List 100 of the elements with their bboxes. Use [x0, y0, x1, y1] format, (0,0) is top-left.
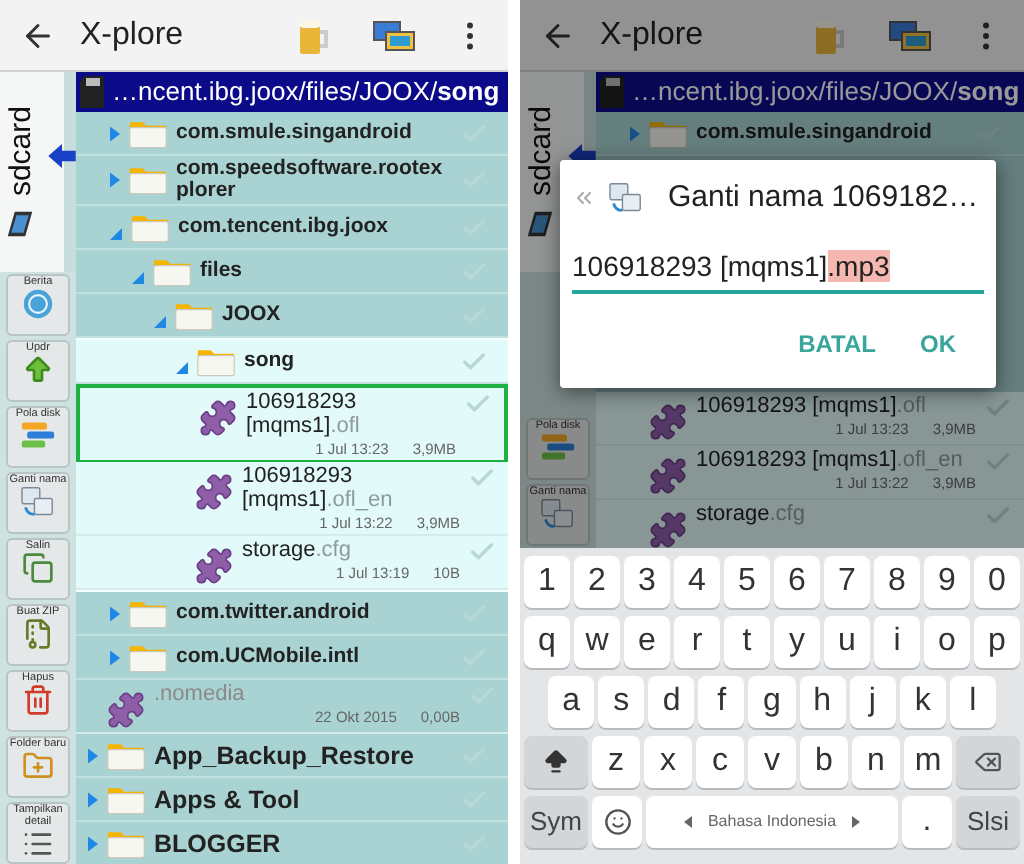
- key[interactable]: l: [949, 676, 996, 728]
- key[interactable]: a: [548, 676, 595, 728]
- checkmark-icon[interactable]: [468, 464, 496, 492]
- key[interactable]: y: [774, 616, 820, 668]
- storage-tab[interactable]: sdcard: [6, 106, 38, 198]
- key[interactable]: 5: [724, 556, 770, 608]
- key[interactable]: 2: [574, 556, 620, 608]
- file-name[interactable]: 106918293 [mqms1].ofl: [696, 394, 976, 418]
- folder-name[interactable]: song: [244, 350, 452, 372]
- key[interactable]: g: [748, 676, 796, 728]
- storage-tab[interactable]: sdcard: [526, 106, 558, 198]
- beer-mug-icon[interactable]: [812, 15, 848, 55]
- puzzle-icon: [648, 510, 688, 548]
- key[interactable]: n: [852, 736, 900, 788]
- folder-icon: [152, 255, 192, 287]
- file-name[interactable]: storage.cfg: [696, 502, 976, 526]
- checkmark-icon[interactable]: [464, 390, 492, 418]
- folder-icon: [648, 117, 688, 149]
- file-name[interactable]: 106918293 [mqms1].ofl_en: [696, 448, 976, 472]
- triangle-icon[interactable]: [154, 315, 166, 327]
- emoji-key[interactable]: [592, 796, 643, 848]
- archive-icon: [22, 618, 54, 650]
- key[interactable]: r: [674, 616, 720, 668]
- bars-icon: [20, 420, 56, 450]
- key[interactable]: s: [598, 676, 645, 728]
- key[interactable]: t: [724, 616, 770, 668]
- key[interactable]: o: [924, 616, 970, 668]
- key[interactable]: 3: [624, 556, 670, 608]
- dialog-title: Ganti nama 1069182…: [668, 178, 979, 218]
- key[interactable]: q: [524, 616, 570, 668]
- folder-name[interactable]: App_Backup_Restore: [154, 741, 452, 769]
- triangle-icon[interactable]: [110, 605, 120, 621]
- beer-mug-icon[interactable]: [296, 15, 332, 55]
- file-name[interactable]: storage.cfg: [242, 538, 460, 562]
- screens-icon[interactable]: [372, 17, 416, 53]
- folder-icon: [196, 345, 236, 377]
- key[interactable]: u: [824, 616, 870, 668]
- key[interactable]: 7: [824, 556, 870, 608]
- key[interactable]: 6: [774, 556, 820, 608]
- up-arrow-icon: [22, 354, 54, 386]
- checkmark-icon[interactable]: [984, 448, 1012, 476]
- checkmark-icon[interactable]: [984, 502, 1012, 530]
- key[interactable]: .: [901, 796, 952, 848]
- key[interactable]: x: [644, 736, 692, 788]
- file-name[interactable]: 106918293 [mqms1].ofl: [246, 390, 456, 438]
- key[interactable]: 4: [674, 556, 720, 608]
- folder-name[interactable]: JOOX: [222, 304, 452, 326]
- shift-key[interactable]: [524, 736, 588, 788]
- triangle-icon[interactable]: [88, 835, 98, 851]
- key[interactable]: j: [849, 676, 896, 728]
- name-input[interactable]: 106918293 [mqms1].mp3: [572, 245, 984, 293]
- checkmark-icon[interactable]: [468, 682, 496, 710]
- key[interactable]: f: [698, 676, 745, 728]
- key[interactable]: h: [799, 676, 846, 728]
- triangle-icon[interactable]: [110, 172, 120, 188]
- triangle-icon[interactable]: [630, 125, 640, 141]
- checkmark-icon[interactable]: [460, 347, 488, 375]
- key[interactable]: 1: [524, 556, 570, 608]
- triangle-icon[interactable]: [176, 361, 188, 373]
- triangle-icon[interactable]: [132, 271, 144, 283]
- folder-plus-icon: [22, 750, 54, 782]
- key[interactable]: z: [592, 736, 640, 788]
- key[interactable]: i: [874, 616, 920, 668]
- key[interactable]: d: [648, 676, 695, 728]
- key[interactable]: m: [904, 736, 952, 788]
- screens-icon[interactable]: [888, 17, 932, 53]
- key[interactable]: k: [899, 676, 946, 728]
- key[interactable]: v: [748, 736, 796, 788]
- backspace-key[interactable]: [956, 736, 1020, 788]
- folder-name[interactable]: com.smule.singandroid: [176, 122, 452, 144]
- bars-icon: [540, 432, 576, 462]
- triangle-icon[interactable]: [88, 747, 98, 763]
- key[interactable]: w: [574, 616, 620, 668]
- folder-name[interactable]: files: [200, 260, 452, 282]
- checkmark-icon[interactable]: [984, 394, 1012, 422]
- key[interactable]: 9: [924, 556, 970, 608]
- key[interactable]: c: [696, 736, 744, 788]
- triangle-icon[interactable]: [110, 125, 120, 141]
- key[interactable]: Sym: [524, 796, 588, 848]
- folder-name[interactable]: BLOGGER: [154, 829, 452, 857]
- folder-name[interactable]: com.UCMobile.intl: [176, 646, 452, 668]
- file-name[interactable]: 106918293 [mqms1].ofl_en: [242, 464, 460, 512]
- triangle-icon[interactable]: [88, 791, 98, 807]
- key[interactable]: p: [974, 616, 1020, 668]
- list-icon: [22, 828, 54, 860]
- triangle-icon[interactable]: [110, 227, 122, 239]
- key[interactable]: 8: [874, 556, 920, 608]
- key[interactable]: b: [800, 736, 848, 788]
- key[interactable]: e: [624, 616, 670, 668]
- folder-name[interactable]: com.speedsoftware.rootexplorer: [176, 158, 452, 202]
- folder-name[interactable]: com.smule.singandroid: [696, 122, 968, 144]
- folder-name[interactable]: com.tencent.ibg.joox: [178, 216, 452, 238]
- folder-name[interactable]: com.twitter.android: [176, 602, 452, 624]
- key[interactable]: 0: [974, 556, 1020, 608]
- key[interactable]: Slsi: [956, 796, 1020, 848]
- triangle-icon[interactable]: [110, 649, 120, 665]
- folder-name[interactable]: Apps & Tool: [154, 785, 452, 813]
- sd-card-icon: [80, 76, 104, 108]
- space-key[interactable]: Bahasa Indonesia: [646, 796, 898, 848]
- checkmark-icon[interactable]: [468, 538, 496, 566]
